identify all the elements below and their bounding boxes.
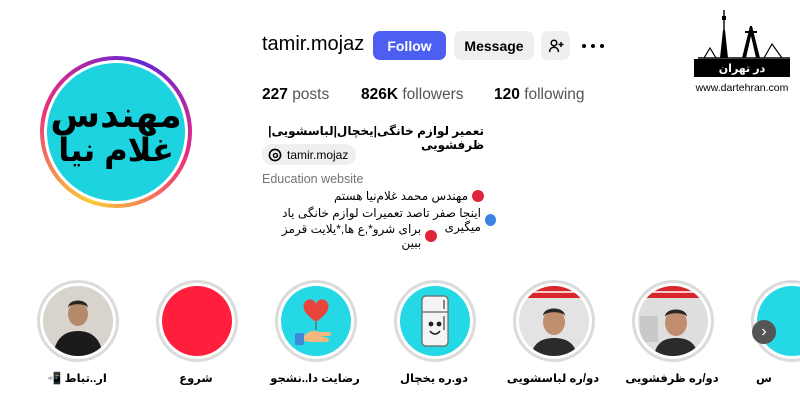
posts-stat: 227 posts: [262, 86, 329, 104]
add-user-icon: [548, 38, 563, 52]
logo-site-url: www.dartehran.com: [695, 82, 789, 94]
following-count: 120: [494, 86, 520, 103]
highlight-label[interactable]: دو.ره یخچال: [379, 371, 489, 385]
highlight-label[interactable]: رضایت دا..نشجو: [260, 371, 370, 385]
avatar-text-line2: غلام نیا: [58, 132, 174, 169]
suggest-users-button[interactable]: [541, 31, 570, 60]
avatar-text-line1: مهندس: [50, 94, 182, 136]
bio-line: مهندس محمد غلام‌نیا هستم: [262, 189, 484, 203]
highlight-cover: [519, 286, 589, 356]
highlight-start[interactable]: [156, 280, 238, 362]
bio-line-text: برای شرو*,ع ها,*یلایت قرمز ببین: [281, 222, 422, 250]
highlight-cover: [162, 286, 232, 356]
bio-line: برای شرو*,ع ها,*یلایت قرمز ببین: [262, 222, 437, 250]
highlight-label[interactable]: دو/ره ظرفشویی: [617, 371, 727, 385]
milad-tower-icon: [698, 10, 790, 59]
profile-username: tamir.mojaz: [262, 33, 365, 55]
dartehran-logo: در تهران www.dartehran.com: [690, 10, 794, 96]
highlight-label[interactable]: دو/ره لباسشویی: [498, 371, 608, 385]
followers-label: followers: [402, 86, 464, 103]
follow-button[interactable]: Follow: [373, 31, 446, 60]
person-photo-icon: [43, 286, 113, 356]
person-photo-icon: [638, 286, 708, 356]
more-dot-icon: [600, 44, 604, 48]
red-circle-icon: [425, 230, 437, 242]
more-options-button[interactable]: [582, 36, 604, 56]
avatar-image: مهندس غلام نیا: [47, 63, 185, 201]
more-dot-icon: [582, 44, 586, 48]
more-dot-icon: [591, 44, 595, 48]
threads-icon: [268, 148, 282, 161]
avatar-border: مهندس غلام نیا: [44, 60, 188, 204]
highlight-cover: [638, 286, 708, 356]
fridge-icon: [421, 295, 449, 347]
highlight-cover: [43, 286, 113, 356]
logo-brand-text: در تهران: [694, 59, 790, 77]
profile-category: Education website: [262, 172, 364, 186]
highlight-satisfaction[interactable]: [275, 280, 357, 362]
highlight-label[interactable]: ار..تباط 📲: [22, 371, 132, 385]
red-circle-icon: [472, 190, 484, 202]
posts-label: posts: [292, 86, 330, 103]
highlight-fridge-course[interactable]: [394, 280, 476, 362]
posts-count: 227: [262, 86, 288, 103]
highlight-cover: [281, 286, 351, 356]
threads-link[interactable]: tamir.mojaz: [262, 144, 357, 165]
heart-icon: [295, 299, 332, 345]
highlight-label[interactable]: شروع: [141, 371, 251, 385]
highlight-contact[interactable]: [37, 280, 119, 362]
profile-avatar[interactable]: مهندس غلام نیا: [40, 56, 192, 208]
threads-handle: tamir.mojaz: [287, 147, 349, 162]
phone-emoji-icon: 📲: [47, 373, 65, 385]
following-label: following: [524, 86, 585, 103]
following-stat[interactable]: 120 following: [494, 86, 585, 104]
message-button[interactable]: Message: [454, 31, 534, 60]
highlight-label[interactable]: س: [736, 371, 800, 385]
followers-count: 826K: [361, 86, 399, 103]
highlight-cover: [400, 286, 470, 356]
highlight-washer-course[interactable]: [513, 280, 595, 362]
person-photo-icon: [519, 286, 589, 356]
followers-stat[interactable]: 826K followers: [361, 86, 464, 104]
chevron-right-icon: ›: [761, 323, 767, 340]
highlight-dishwasher-course[interactable]: [632, 280, 714, 362]
blue-circle-icon: [484, 214, 496, 226]
highlights-next-button[interactable]: ›: [752, 320, 776, 344]
bio-line-text: مهندس محمد غلام‌نیا هستم: [333, 189, 468, 203]
